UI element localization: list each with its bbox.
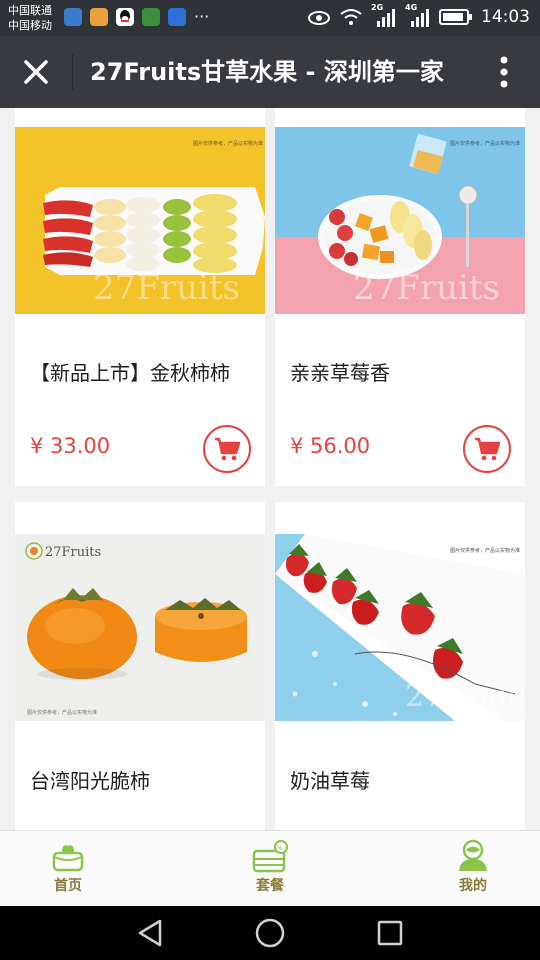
carrier-info: 中国联通 中国移动 [8, 3, 52, 33]
notification-app-icon [90, 8, 108, 26]
tab-package[interactable]: % 套餐 [225, 839, 315, 903]
add-to-cart-button[interactable] [203, 425, 251, 473]
product-name[interactable]: 亲亲草莓香 [290, 358, 390, 388]
tab-home[interactable]: 首页 [23, 839, 113, 903]
home-circle-icon [255, 918, 285, 948]
product-image[interactable]: 27Fruits 图片仅供参考，产品以实物为准 [15, 534, 265, 721]
cart-icon [215, 437, 241, 461]
product-name[interactable]: 【新品上市】金秋柿柿 [30, 358, 230, 388]
home-gift-icon [52, 845, 84, 872]
system-indicators: 2G 4G 14:03 [307, 3, 530, 27]
wifi-icon [340, 9, 362, 25]
bottom-tab-bar: 首页 % 套餐 我的 [0, 830, 540, 907]
title-bar: 27Fruits甘草水果 - 深圳第一家 [0, 36, 540, 108]
notification-app-icon [142, 8, 160, 26]
tab-mine[interactable]: 我的 [428, 839, 518, 903]
watermark: 27Fruits [93, 268, 240, 308]
image-caption: 图片仅供参考，产品以实物为准 [450, 547, 520, 554]
baidu-icon [168, 8, 186, 26]
battery-icon [439, 9, 472, 25]
product-price: ¥ 33.00 [30, 434, 111, 458]
product-card[interactable]: 27Fruits 图片仅供参考，产品以实物为准 台湾阳光脆柿 [15, 502, 265, 830]
product-card[interactable]: 图片仅供参考，产品以实物为准 27Fruits 奶油草莓 [275, 502, 525, 830]
product-card[interactable]: 图片仅供参考，产品以实物为准 27Fruits 亲亲草莓香 ¥ 56.00 [275, 108, 525, 486]
add-to-cart-button[interactable] [463, 425, 511, 473]
status-bar: 中国联通 中国移动 ··· 2G 4G 14:03 [0, 0, 540, 36]
more-options-button[interactable] [486, 54, 522, 90]
recent-square-icon [377, 920, 403, 946]
back-button[interactable] [130, 915, 170, 951]
more-notifications: ··· [194, 7, 210, 26]
product-list[interactable]: 图片仅供参考，产品以实物为准 27Fruits 【新品上市】金秋柿柿 ¥ 33.… [0, 108, 540, 830]
close-icon [24, 60, 48, 84]
image-caption: 图片仅供参考，产品以实物为准 [450, 140, 520, 147]
signal-2g-icon: 2G [371, 3, 397, 27]
home-button[interactable] [250, 915, 290, 951]
more-vertical-icon [500, 56, 508, 88]
watermark: 27Fruits [353, 268, 500, 308]
svg-text:%: % [277, 845, 283, 852]
product-name[interactable]: 台湾阳光脆柿 [30, 766, 150, 796]
image-caption: 图片仅供参考，产品以实物为准 [193, 140, 263, 147]
recent-apps-button[interactable] [370, 915, 410, 951]
profile-icon [459, 839, 487, 871]
watermark: 27Fruits [405, 679, 525, 714]
product-card[interactable]: 图片仅供参考，产品以实物为准 27Fruits 【新品上市】金秋柿柿 ¥ 33.… [15, 108, 265, 486]
back-triangle-icon [138, 919, 162, 947]
clock: 14:03 [481, 7, 530, 27]
package-icon: % [252, 840, 288, 873]
tab-mine-label: 我的 [459, 878, 487, 894]
notification-icons: ··· [64, 8, 209, 26]
carrier-1: 中国联通 [8, 4, 52, 17]
signal-4g-icon: 4G [405, 3, 431, 27]
system-navigation-bar [0, 906, 540, 960]
page-title: 27Fruits甘草水果 - 深圳第一家 [90, 58, 444, 86]
image-caption: 图片仅供参考，产品以实物为准 [27, 709, 97, 716]
tab-home-label: 首页 [54, 878, 82, 894]
qq-icon [116, 8, 134, 26]
product-price: ¥ 56.00 [290, 434, 371, 458]
product-image[interactable]: 图片仅供参考，产品以实物为准 27Fruits [275, 127, 525, 314]
product-name[interactable]: 奶油草莓 [290, 766, 370, 796]
product-image[interactable]: 图片仅供参考，产品以实物为准 27Fruits [275, 534, 525, 721]
carrier-2: 中国移动 [8, 19, 52, 32]
tab-package-label: 套餐 [256, 878, 284, 894]
eye-icon [308, 11, 330, 25]
close-button[interactable] [18, 54, 54, 90]
notification-app-icon [64, 8, 82, 26]
title-divider [72, 54, 73, 90]
cart-icon [475, 437, 501, 461]
brand-logo-text: 27Fruits [45, 545, 101, 560]
product-image[interactable]: 图片仅供参考，产品以实物为准 27Fruits [15, 127, 265, 314]
